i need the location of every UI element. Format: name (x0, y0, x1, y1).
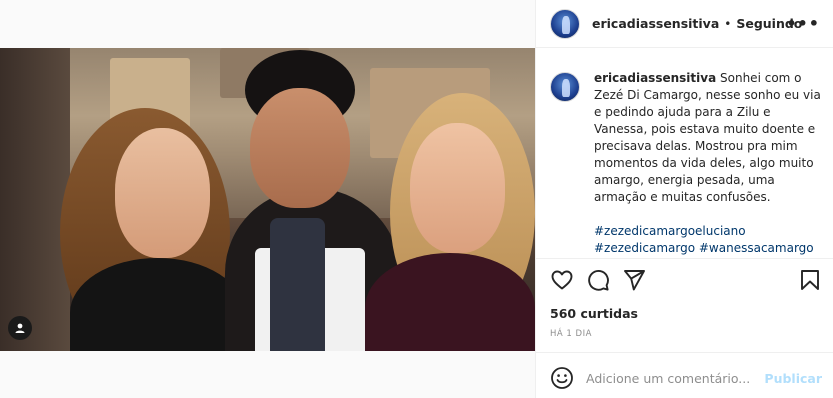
tagged-users-icon[interactable] (8, 316, 32, 340)
caption-block: ericadiassensitiva Sonhei com o Zezé Di … (550, 70, 830, 257)
post-media-area (0, 0, 535, 398)
comment-form: Publicar (550, 364, 822, 392)
hashtags: #zezedicamargoeluciano #zezedicamargo #w… (594, 223, 826, 257)
caption-text: Sonhei com o Zezé Di Camargo, nesse sonh… (594, 71, 821, 204)
post-timestamp[interactable]: HÁ 1 DIA (550, 329, 592, 339)
action-bar (550, 268, 822, 294)
post-details-panel: ericadiassensitiva • Seguindo ••• ericad… (535, 0, 833, 398)
avatar[interactable] (550, 8, 580, 39)
caption-username[interactable]: ericadiassensitiva (594, 71, 716, 85)
share-icon[interactable] (622, 268, 646, 292)
bookmark-icon[interactable] (798, 268, 822, 292)
post-photo[interactable] (0, 48, 535, 351)
caption: ericadiassensitiva Sonhei com o Zezé Di … (594, 70, 826, 257)
divider (536, 258, 833, 259)
post-header: ericadiassensitiva • Seguindo ••• (536, 0, 833, 48)
hashtag-link[interactable]: #zezedicamargo (594, 241, 695, 255)
divider (536, 352, 833, 353)
more-options-icon[interactable]: ••• (786, 14, 820, 33)
comment-input[interactable] (586, 370, 765, 386)
hashtag-link[interactable]: #zezedicamargoeluciano (594, 224, 746, 238)
comment-icon[interactable] (586, 268, 610, 292)
emoji-icon[interactable] (550, 366, 574, 390)
heart-icon[interactable] (550, 268, 574, 292)
separator-dot: • (724, 16, 732, 31)
post-username[interactable]: ericadiassensitiva (592, 16, 719, 31)
caption-avatar[interactable] (550, 72, 580, 102)
hashtag-link[interactable]: #wanessacamargo (699, 241, 814, 255)
publish-button[interactable]: Publicar (764, 371, 822, 386)
likes-count[interactable]: 560 curtidas (550, 306, 638, 321)
